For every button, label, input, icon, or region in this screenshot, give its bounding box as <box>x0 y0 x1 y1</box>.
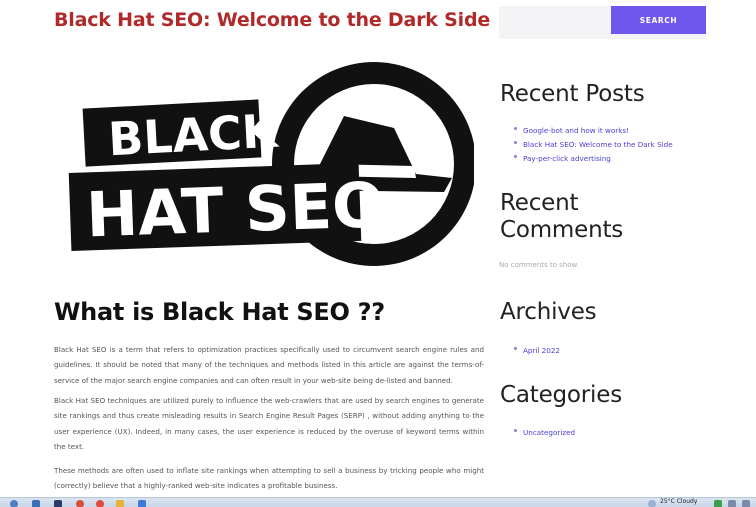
app-icon[interactable] <box>138 500 146 507</box>
archives-title: Archives <box>500 299 597 325</box>
logo-line1: BLACK <box>107 103 281 166</box>
recent-post-link[interactable]: Black Hat SEO: Welcome to the Dark Side <box>523 140 673 149</box>
recent-posts-title: Recent Posts <box>500 81 645 107</box>
tray-icon[interactable] <box>728 500 736 507</box>
recent-post-link[interactable]: Pay-per-click advertising <box>523 154 611 163</box>
article-paragraph: Black Hat SEO is a term that refers to o… <box>54 345 484 385</box>
logo-line2: HAT SEO <box>85 168 386 251</box>
article-paragraph: These methods are often used to inflate … <box>54 466 484 491</box>
archive-link[interactable]: April 2022 <box>523 346 560 355</box>
app-icon[interactable] <box>96 500 104 507</box>
tray-icon[interactable] <box>742 500 750 507</box>
tray-icon[interactable] <box>714 500 722 507</box>
recent-post-link[interactable]: Google-bot and how it works! <box>523 126 629 135</box>
no-comments-text: No comments to show. <box>499 261 579 269</box>
search-input[interactable] <box>499 6 611 39</box>
article-heading: What is Black Hat SEO ?? <box>54 298 385 326</box>
recent-posts-list: Google-bot and how it works! Black Hat S… <box>513 121 673 163</box>
list-item: Black Hat SEO: Welcome to the Dark Side <box>513 135 673 149</box>
app-icon[interactable] <box>32 500 40 507</box>
os-taskbar: 25°C Cloudy <box>0 497 756 507</box>
recent-comments-title: Recent Comments <box>500 190 624 243</box>
search-button[interactable]: SEARCH <box>611 6 706 34</box>
list-item: Google-bot and how it works! <box>513 121 673 135</box>
categories-title: Categories <box>500 382 622 408</box>
folder-icon[interactable] <box>116 500 124 507</box>
post-title[interactable]: Black Hat SEO: Welcome to the Dark Side <box>54 9 490 31</box>
category-link[interactable]: Uncategorized <box>523 428 575 437</box>
app-icon[interactable] <box>54 500 62 507</box>
article-paragraph: Black Hat SEO techniques are utilized pu… <box>54 396 484 451</box>
list-item: Pay-per-click advertising <box>513 149 673 163</box>
archives-list: April 2022 <box>513 341 560 355</box>
list-item: April 2022 <box>513 341 560 355</box>
categories-list: Uncategorized <box>513 423 575 437</box>
weather-text: 25°C Cloudy <box>660 498 698 505</box>
weather-icon <box>648 500 656 507</box>
black-hat-seo-logo: BLACK HAT SEO <box>64 56 474 278</box>
browser-icon[interactable] <box>76 500 84 507</box>
start-icon[interactable] <box>10 500 18 507</box>
list-item: Uncategorized <box>513 423 575 437</box>
